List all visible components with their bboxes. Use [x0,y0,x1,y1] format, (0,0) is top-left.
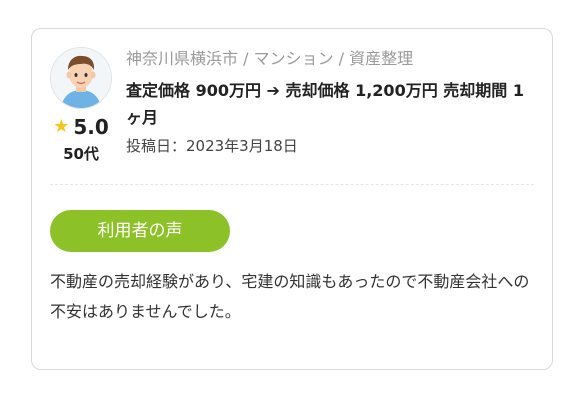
user-voice-badge: 利用者の声 [50,210,230,252]
star-icon: ★ [53,116,70,137]
reviewer-age: 50代 [63,145,99,163]
man-avatar-icon [50,47,112,109]
posted-date: 投稿日：2023年3月18日 [126,137,298,155]
reviewer-profile: ★ 5.0 50代 [50,47,112,164]
price-headline: 査定価格 900万円 ➔ 売却価格 1,200万円 売却期間 1ヶ月 [126,81,524,127]
location-type: 神奈川県横浜市 / マンション / 資産整理 [126,49,414,68]
review-info: 神奈川県横浜市 / マンション / 資産整理 査定価格 900万円 ➔ 売却価格… [126,47,534,157]
divider [50,184,534,185]
review-comment: 不動産の売却経験があり、宅建の知識もあったので不動産会社への不安はありませんでし… [50,272,530,321]
rating-value: 5.0 [73,115,109,139]
rating: ★ 5.0 [50,115,112,139]
review-card: ★ 5.0 50代 神奈川県横浜市 / マンション / 資産整理 査定価格 90… [31,28,553,370]
